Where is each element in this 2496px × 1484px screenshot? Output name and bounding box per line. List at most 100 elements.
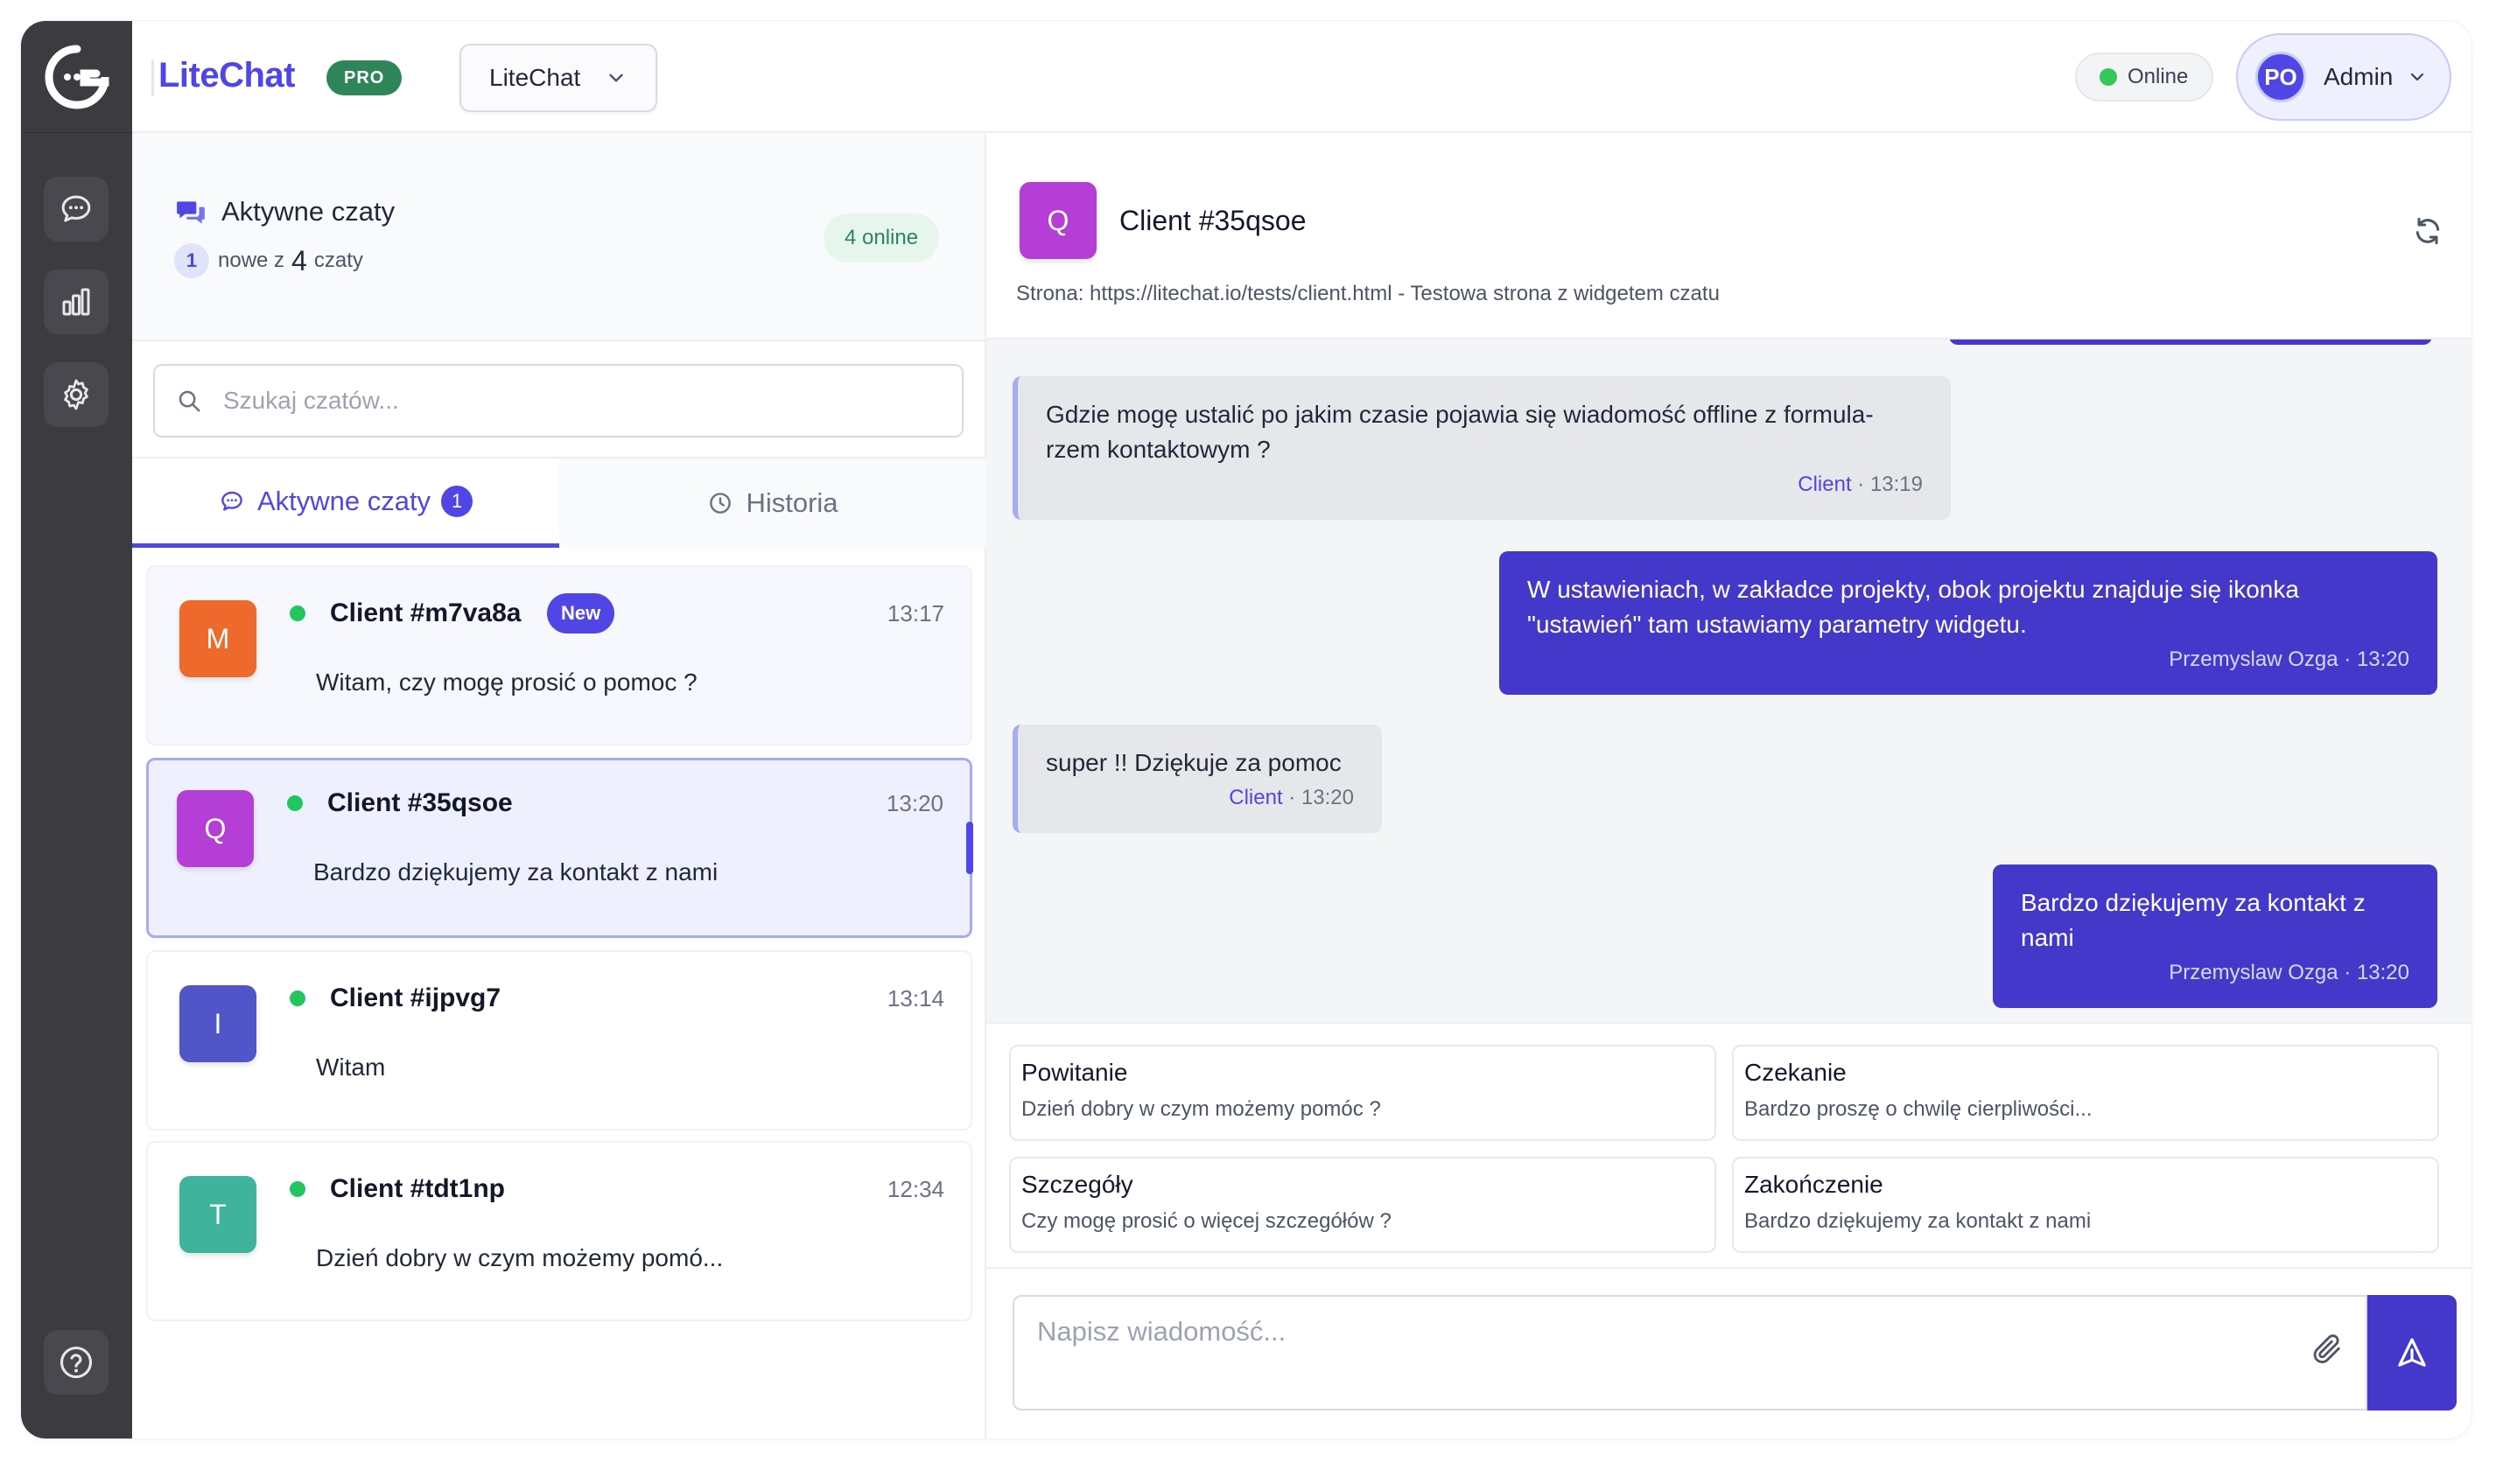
gear-icon xyxy=(64,379,88,410)
message-author: Client xyxy=(1798,472,1852,496)
selection-indicator xyxy=(966,822,973,874)
help-circle-icon xyxy=(60,1346,93,1379)
message-author: Client xyxy=(1229,786,1283,809)
avatar: PO xyxy=(2255,52,2306,102)
online-dot-icon xyxy=(290,990,305,1006)
composer-box xyxy=(1013,1295,2367,1410)
message-text: Gdzie mogę ustalić po jakim czasie pojaw… xyxy=(1046,401,1874,463)
conversation-panel: Q Client #35qsoe Strona: https://litecha… xyxy=(986,133,2471,1438)
total-label: czaty xyxy=(313,248,363,272)
message-list: Gdzie mogę ustalić po jakim czasie pojaw… xyxy=(986,340,2471,1022)
sidebar-item-chats[interactable] xyxy=(44,177,109,242)
message-client: Gdzie mogę ustalić po jakim czasie pojaw… xyxy=(1013,376,1951,520)
quick-reply-text: Dzień dobry w czym możemy pomóc ? xyxy=(1021,1097,1381,1121)
quick-replies: Powitanie Dzień dobry w czym możemy pomó… xyxy=(986,1022,2471,1269)
quick-reply-title: Czekanie xyxy=(1744,1059,1847,1086)
app-window: LiteChat PRO LiteChat Online PO Admin Ak… xyxy=(21,21,2471,1438)
chat-name: Client #tdt1np xyxy=(330,1174,505,1203)
chat-list-title: Aktywne czaty xyxy=(221,196,396,227)
send-button[interactable] xyxy=(2367,1295,2457,1410)
new-badge: New xyxy=(547,593,615,634)
sidebar-item-stats[interactable] xyxy=(44,270,109,334)
quick-reply-text: Bardzo dziękujemy za kontakt z nami xyxy=(1744,1209,2092,1233)
chat-bubble-icon xyxy=(61,195,91,222)
message-text: W ustawieniach, w zakładce projekty, obo… xyxy=(1527,576,2299,638)
project-selector[interactable]: LiteChat xyxy=(459,44,657,112)
conversation-header: Q Client #35qsoe Strona: https://litecha… xyxy=(986,133,2471,340)
user-name: Admin xyxy=(2324,63,2394,90)
chat-name: Client #ijpvg7 xyxy=(330,984,501,1012)
message-agent: W ustawieniach, w zakładce projekty, obo… xyxy=(1499,551,2437,695)
conversation-title: Client #35qsoe xyxy=(1119,205,1307,236)
quick-reply-details[interactable]: Szczegóły Czy mogę prosić o więcej szcze… xyxy=(1009,1157,1716,1253)
tab-history[interactable]: Historia xyxy=(559,458,986,548)
message-composer xyxy=(986,1269,2471,1438)
message-input[interactable] xyxy=(1037,1316,2297,1386)
quick-reply-text: Czy mogę prosić o więcej szczegółów ? xyxy=(1021,1209,1392,1233)
tab-count-badge: 1 xyxy=(441,485,473,517)
chat-tabs: Aktywne czaty 1 Historia xyxy=(132,457,986,548)
avatar: I xyxy=(179,985,256,1062)
message-author: Przemyslaw Ozga xyxy=(2169,961,2338,984)
chat-time: 13:17 xyxy=(887,600,944,626)
search-input[interactable] xyxy=(223,387,923,415)
chat-preview: Witam xyxy=(316,1054,386,1081)
brand-divider xyxy=(151,60,154,96)
user-menu-button[interactable]: PO Admin xyxy=(2236,33,2451,121)
search-box[interactable] xyxy=(153,364,964,438)
logo-icon xyxy=(45,45,109,108)
chevron-down-icon xyxy=(2411,73,2424,81)
brand-name: LiteChat xyxy=(158,56,296,94)
message-time: 13:20 xyxy=(2356,648,2409,671)
tab-active-chats[interactable]: Aktywne czaty 1 xyxy=(132,458,559,548)
message-client: super !! Dziękuje za pomoc Client · 13:2… xyxy=(1013,724,1382,833)
quick-reply-title: Szczegóły xyxy=(1021,1171,1133,1198)
tab-active-chats-label: Aktywne czaty xyxy=(256,485,431,516)
message-time: 13:20 xyxy=(2356,961,2409,984)
total-count: 4 xyxy=(291,244,307,276)
message-agent: Bardzo dziękujemy za kontakt z nami Prze… xyxy=(1993,864,2437,1008)
chat-list-item[interactable]: M Client #m7va8a New 13:17 Witam, czy mo… xyxy=(146,565,972,746)
plan-badge: PRO xyxy=(326,60,403,95)
status-label: Online xyxy=(2128,65,2189,88)
avatar: Q xyxy=(1020,182,1097,259)
help-button[interactable] xyxy=(44,1330,109,1395)
quick-reply-waiting[interactable]: Czekanie Bardzo proszę o chwilę cierpliw… xyxy=(1732,1045,2439,1141)
online-dot-icon xyxy=(290,1181,305,1197)
sidebar-item-settings[interactable] xyxy=(44,362,109,427)
chat-preview: Bardzo dziękujemy za kontakt z nami xyxy=(313,858,719,886)
chats-icon xyxy=(177,201,205,224)
chat-preview: Dzień dobry w czym możemy pomó... xyxy=(316,1244,724,1271)
message-text: Bardzo dziękujemy za kontakt z nami xyxy=(2021,889,2366,951)
previous-message-edge xyxy=(1949,340,2432,345)
paperclip-icon[interactable] xyxy=(2310,1332,2345,1367)
project-selector-label: LiteChat xyxy=(489,64,581,91)
chat-list-item[interactable]: I Client #ijpvg7 13:14 Witam xyxy=(146,950,972,1130)
message-meta: Przemyslaw Ozga · 13:20 xyxy=(2169,648,2409,671)
chat-list-header: Aktywne czaty 1 nowe z 4 czaty 4 online xyxy=(132,133,985,341)
search-icon xyxy=(179,390,200,412)
quick-reply-greeting[interactable]: Powitanie Dzień dobry w czym możemy pomó… xyxy=(1009,1045,1716,1141)
chat-list-panel: Aktywne czaty 1 nowe z 4 czaty 4 online xyxy=(132,133,986,1438)
message-text: super !! Dziękuje za pomoc xyxy=(1046,749,1342,776)
status-indicator[interactable]: Online xyxy=(2075,52,2213,102)
clock-icon xyxy=(710,493,732,514)
chat-time: 12:34 xyxy=(887,1176,944,1202)
quick-reply-text: Bardzo proszę o chwilę cierpliwości... xyxy=(1744,1097,2093,1121)
chat-time: 13:14 xyxy=(887,985,944,1012)
chat-list-item[interactable]: T Client #tdt1np 12:34 Dzień dobry w czy… xyxy=(146,1141,972,1321)
refresh-icon[interactable] xyxy=(2410,214,2445,248)
chat-preview: Witam, czy mogę prosić o pomoc ? xyxy=(316,668,698,696)
message-author: Przemyslaw Ozga xyxy=(2169,648,2338,671)
sidebar-rail xyxy=(21,21,132,1438)
message-time: 13:19 xyxy=(1869,472,1923,496)
quick-reply-closing[interactable]: Zakończenie Bardzo dziękujemy za kontakt… xyxy=(1732,1157,2439,1253)
avatar: Q xyxy=(177,790,254,867)
app-logo[interactable] xyxy=(21,21,132,133)
avatar: M xyxy=(179,600,256,677)
tab-history-label: Historia xyxy=(746,487,838,518)
online-dot-icon xyxy=(287,795,303,811)
top-bar: LiteChat PRO LiteChat Online PO Admin xyxy=(132,21,2471,133)
message-meta: Client · 13:19 xyxy=(1798,472,1923,496)
chat-list-item[interactable]: Q Client #35qsoe 13:20 Bardzo dziękujemy… xyxy=(146,758,973,938)
